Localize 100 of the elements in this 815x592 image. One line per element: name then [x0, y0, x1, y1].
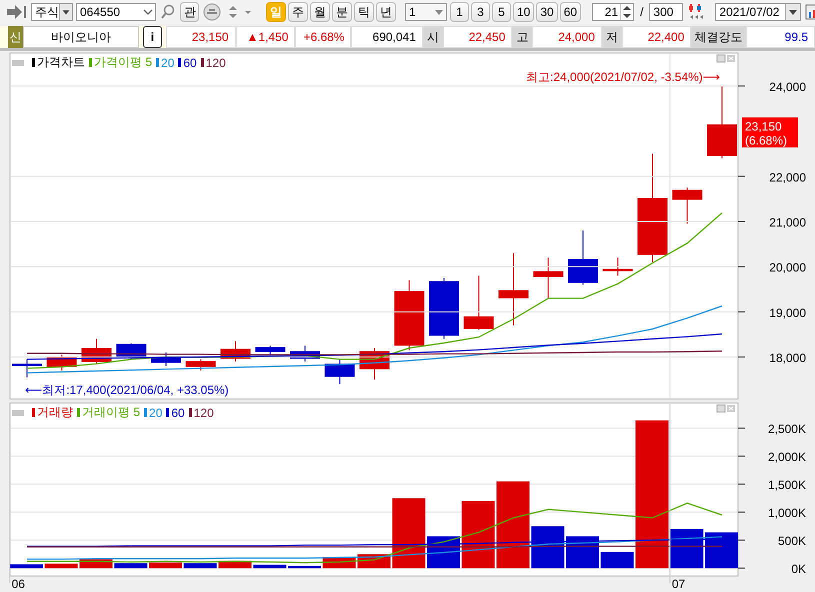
legend-item: 가격차트 — [32, 54, 85, 71]
volume-bar — [184, 563, 217, 568]
price-annotation: 최고:24,000(2021/07/02, -3.54%)⟶ — [526, 70, 720, 84]
price-value: 23,150 — [166, 26, 236, 48]
round-toggle-icon[interactable] — [202, 2, 222, 22]
candlestick — [533, 257, 564, 299]
candlestick — [255, 345, 286, 356]
period-tab[interactable]: 년 — [376, 2, 396, 22]
count-field[interactable]: 21 — [592, 3, 634, 21]
total-field[interactable]: 300 — [649, 3, 684, 21]
candlestick — [46, 354, 77, 372]
volume-axis-label: 2,000K — [768, 450, 806, 464]
legend-item: 120 — [200, 56, 226, 70]
volume-axis-label: 0K — [791, 562, 806, 576]
price-axis-label: 20,000 — [769, 260, 806, 275]
field-label: 체결강도 — [691, 26, 746, 48]
caret-icon[interactable] — [59, 4, 72, 20]
minimize-icon[interactable] — [716, 54, 726, 62]
volume-bar — [566, 536, 599, 568]
info-button[interactable]: i — [142, 26, 162, 48]
pane-handle-icon[interactable] — [12, 410, 24, 416]
candlestick — [394, 280, 424, 351]
field-label: 저 — [602, 26, 622, 48]
volume-bar — [114, 563, 148, 568]
interval-button[interactable]: 10 — [513, 2, 534, 22]
legend-item: 120 — [188, 406, 214, 420]
candlestick — [464, 275, 494, 330]
candlestick — [151, 352, 181, 367]
interval-button[interactable]: 1 — [450, 2, 469, 22]
volume-axis-label: 1,000K — [768, 506, 806, 520]
field-value: 22,450 — [442, 26, 512, 48]
interval-button[interactable]: 3 — [471, 2, 490, 22]
market-dropdown[interactable]: 주식 — [31, 3, 73, 21]
volume-axis-label: 500K — [778, 534, 806, 548]
credit-badge: 신 — [8, 26, 24, 48]
price-axis-label: 18,000 — [769, 351, 806, 365]
price-axis-label: 24,000 — [769, 80, 806, 94]
current-rate-text: (6.68%) — [745, 133, 788, 148]
volume-value: 690,041 — [351, 26, 423, 48]
caret-icon[interactable] — [785, 4, 800, 20]
scroll-arrows-icon[interactable] — [686, 2, 704, 22]
volume-bar — [288, 566, 321, 568]
candlestick — [12, 358, 42, 378]
rate-value: +6.68% — [295, 26, 352, 48]
legend-item: 60 — [166, 406, 185, 420]
volume-bar — [705, 532, 738, 568]
period-tab[interactable]: 분 — [332, 2, 352, 22]
minimize-icon[interactable] — [716, 404, 726, 412]
stock-name-field[interactable]: 바이오니아 — [23, 26, 139, 48]
candlestick — [429, 277, 459, 340]
field-value: 99.5 — [746, 26, 815, 48]
volume-bar — [253, 564, 286, 568]
volume-bar — [10, 564, 43, 568]
field-label: 고 — [512, 26, 532, 48]
unit-dropdown[interactable]: 1 — [405, 3, 447, 21]
candlestick — [602, 257, 633, 276]
candlestick — [672, 187, 702, 224]
volume-bar — [600, 552, 634, 568]
volume-bar — [392, 498, 426, 568]
pane-handle-icon[interactable] — [12, 60, 24, 66]
period-tab[interactable]: 주 — [288, 2, 308, 22]
field-value: 22,400 — [622, 26, 692, 48]
candlestick — [290, 345, 320, 362]
date-dropdown[interactable]: 2021/07/02 — [715, 3, 802, 21]
interval-button[interactable]: 5 — [492, 2, 511, 22]
candlestick — [186, 358, 216, 372]
legend-item: 거래량 — [32, 404, 73, 421]
legend-item: 거래이평 5 — [77, 404, 140, 421]
period-tab[interactable]: 월 — [310, 2, 330, 22]
change-value: ▲1,450 — [236, 26, 296, 48]
close-icon[interactable] — [727, 405, 735, 412]
code-field[interactable]: 064550 — [76, 3, 156, 21]
volume-bar — [149, 562, 182, 568]
current-price-text: 23,150 — [745, 119, 782, 134]
price-axis-label: 22,000 — [769, 170, 806, 184]
legend-item: 20 — [144, 406, 162, 420]
field-value: 24,000 — [532, 26, 602, 48]
spinner-icon[interactable] — [620, 4, 634, 20]
candlestick — [324, 358, 355, 385]
close-icon[interactable] — [727, 55, 735, 62]
field-label: 시 — [422, 26, 443, 48]
date-axis-label: 07 — [672, 577, 686, 591]
interval-button[interactable]: 60 — [560, 2, 582, 22]
candlestick — [82, 338, 112, 364]
candlestick — [220, 340, 250, 362]
volume-axis-label: 1,500K — [768, 478, 806, 492]
interval-button[interactable]: 30 — [536, 2, 558, 22]
price-axis-label: 21,000 — [769, 215, 806, 230]
price-annotation: ⟵최저:17,400(2021/06/04, +33.05%) — [25, 383, 229, 398]
volume-axis-label: 2,500K — [768, 422, 806, 436]
price-axis-label: 19,000 — [769, 306, 806, 320]
volume-bar — [44, 564, 78, 568]
link-arrow-icon[interactable] — [6, 4, 28, 20]
legend-item: 60 — [178, 56, 197, 70]
candlestick — [360, 347, 390, 380]
separator-text: / — [640, 5, 644, 19]
date-axis-label: 06 — [12, 577, 25, 591]
jump-button[interactable]: 관 — [180, 2, 199, 22]
legend-item: 20 — [156, 56, 174, 70]
period-tab[interactable]: 틱 — [354, 2, 374, 22]
